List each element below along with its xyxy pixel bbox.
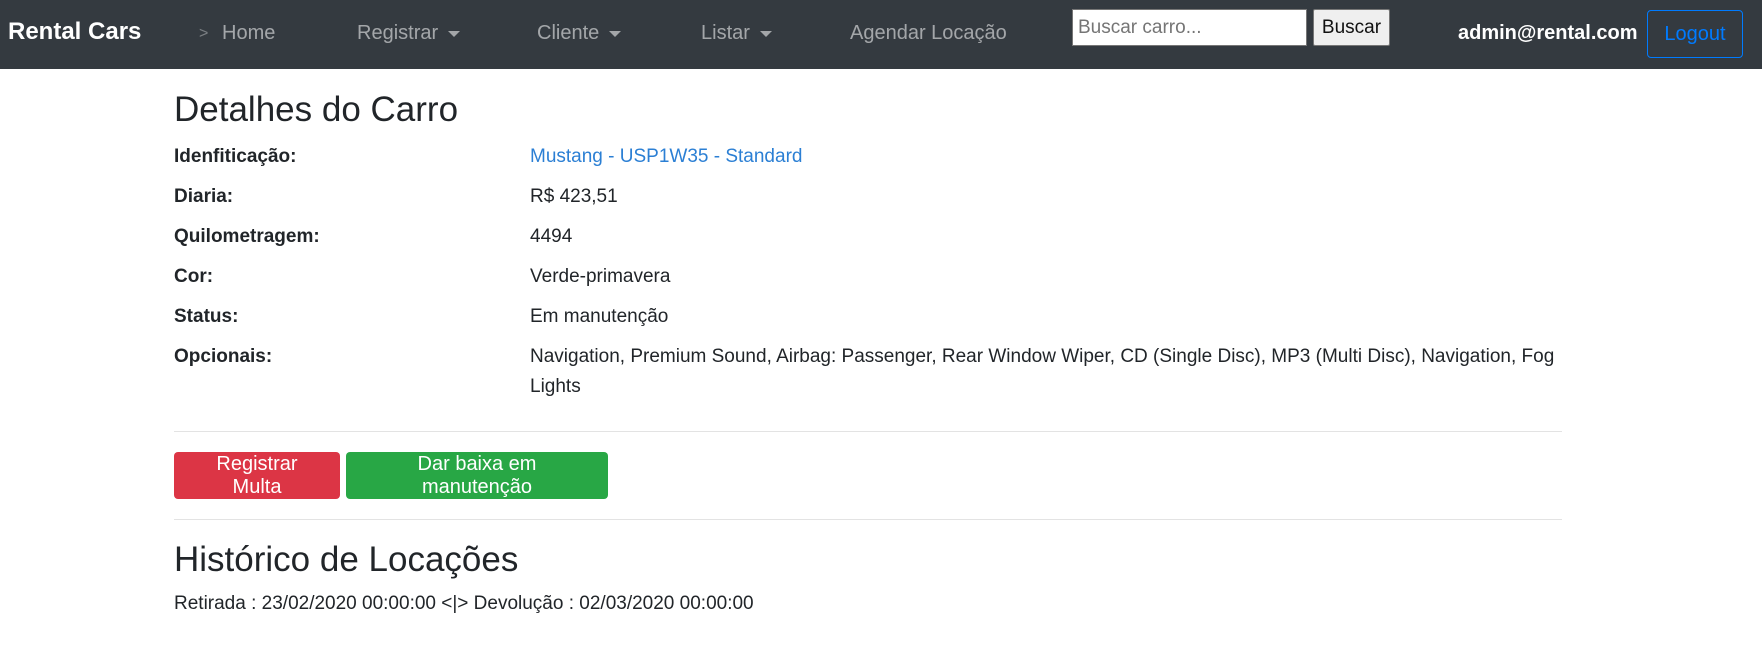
brand-link[interactable]: Rental Cars	[8, 18, 141, 46]
nav-home[interactable]: Home	[222, 22, 275, 45]
status-value: Em manutenção	[530, 306, 669, 327]
field-label: Cor:	[174, 266, 214, 287]
field-label: Status:	[174, 306, 239, 327]
search-button[interactable]: Buscar	[1313, 9, 1390, 46]
caret-down-icon	[759, 30, 772, 37]
caret-down-icon	[609, 30, 622, 37]
nav-home-label: Home	[222, 22, 276, 44]
history-entry: Retirada : 23/02/2020 00:00:00 <|> Devol…	[174, 593, 754, 614]
nav-cliente-label: Cliente	[537, 22, 600, 44]
chevron-right-icon: >	[199, 25, 209, 42]
car-identification-link[interactable]: Mustang - USP1W35 - Standard	[530, 142, 1560, 172]
nav-registrar-dropdown[interactable]: Registrar	[357, 22, 461, 45]
nav-agendar-label: Agendar Locação	[850, 22, 1007, 44]
nav-listar-dropdown[interactable]: Listar	[701, 22, 772, 45]
field-label: Quilometragem:	[174, 226, 320, 247]
top-navbar: Rental Cars > Home Registrar Cliente Lis…	[0, 0, 1762, 69]
divider	[174, 431, 1562, 432]
field-value: 4494	[530, 226, 573, 247]
finish-maintenance-button[interactable]: Dar baixa em manutenção	[346, 452, 608, 499]
field-value: Verde-primavera	[530, 266, 671, 287]
field-label: Opcionais:	[174, 346, 273, 367]
divider	[174, 519, 1562, 520]
page-title: Detalhes do Carro	[174, 90, 459, 129]
field-label: Idenfiticação:	[174, 146, 297, 167]
field-label: Diaria:	[174, 186, 234, 207]
nav-cliente-dropdown[interactable]: Cliente	[537, 22, 622, 45]
history-title: Histórico de Locações	[174, 540, 519, 579]
nav-agendar-locacao[interactable]: Agendar Locação	[850, 22, 1007, 45]
user-email: admin@rental.com	[1458, 22, 1638, 44]
caret-down-icon	[448, 30, 461, 37]
nav-listar-label: Listar	[701, 22, 750, 44]
nav-registrar-label: Registrar	[357, 22, 439, 44]
search-input[interactable]	[1072, 9, 1307, 46]
register-fine-button[interactable]: Registrar Multa	[174, 452, 340, 499]
logout-button[interactable]: Logout	[1647, 10, 1743, 58]
field-value: Navigation, Premium Sound, Airbag: Passe…	[530, 346, 1555, 397]
field-value: R$ 423,51	[530, 186, 618, 207]
